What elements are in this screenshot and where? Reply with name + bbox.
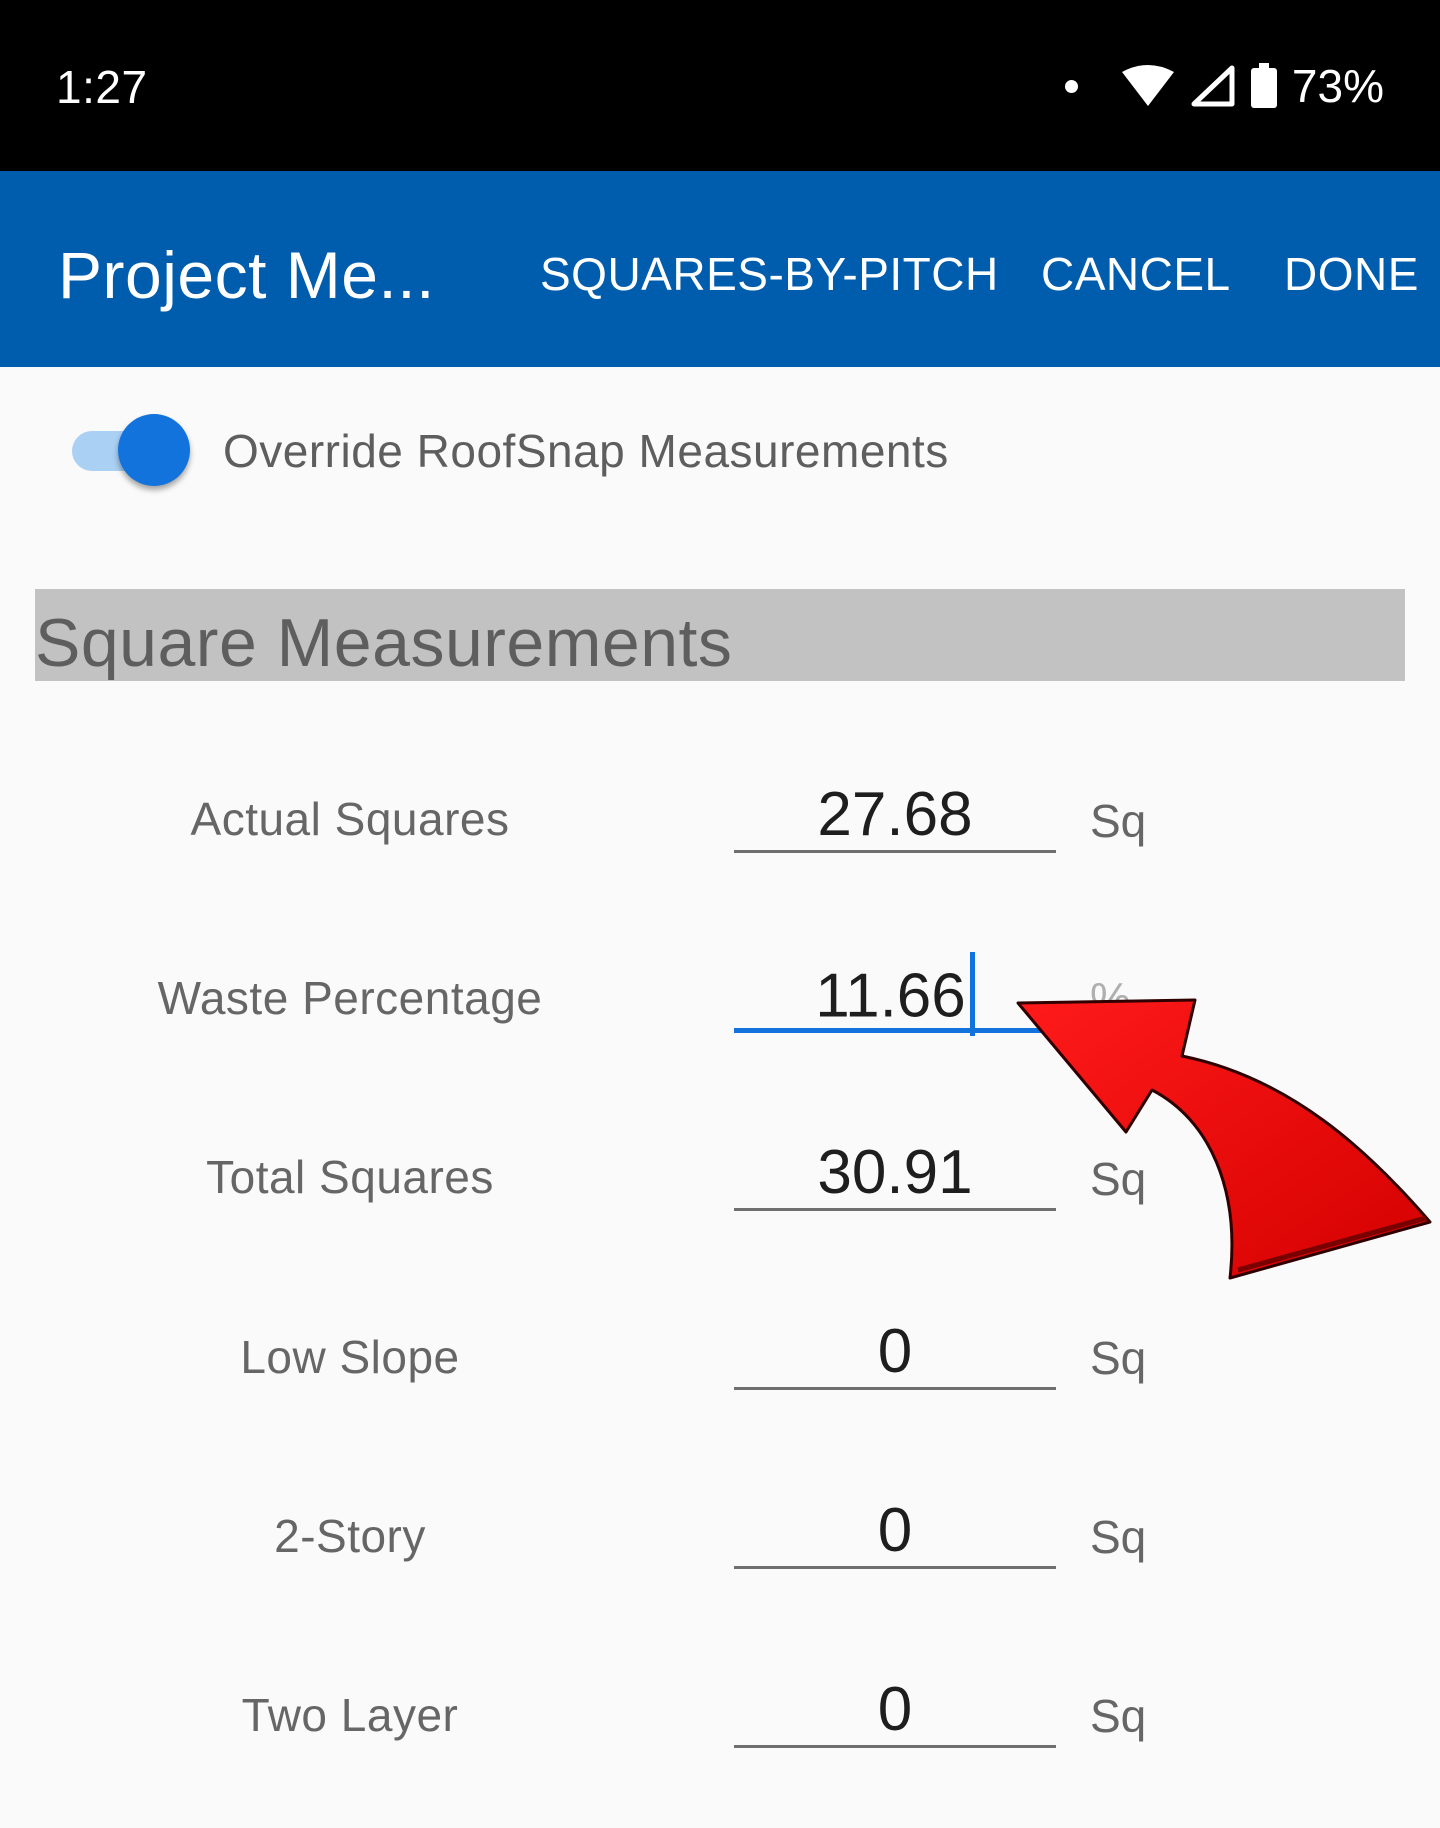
status-icons: 73% bbox=[1064, 56, 1384, 116]
toggle-thumb bbox=[118, 414, 190, 486]
low-slope-value: 0 bbox=[877, 1317, 913, 1386]
total-squares-value: 30.91 bbox=[817, 1138, 973, 1207]
two-story-value: 0 bbox=[877, 1496, 913, 1565]
waste-percentage-label: Waste Percentage bbox=[157, 972, 543, 1024]
actual-squares-label: Actual Squares bbox=[190, 793, 510, 845]
status-bar: 1:27 73% bbox=[0, 0, 1440, 171]
total-squares-label: Total Squares bbox=[206, 1151, 494, 1203]
low-slope-unit: Sq bbox=[1090, 1332, 1147, 1384]
battery-icon bbox=[1250, 63, 1277, 108]
done-button[interactable]: DONE bbox=[1284, 247, 1419, 301]
actual-squares-unit: Sq bbox=[1090, 795, 1147, 847]
notification-dot-icon bbox=[1064, 79, 1078, 93]
page-title: Project Me... bbox=[58, 238, 435, 312]
waste-percentage-input[interactable]: 11.66 bbox=[734, 952, 1056, 1036]
wifi-icon bbox=[1121, 65, 1174, 106]
low-slope-label: Low Slope bbox=[240, 1331, 460, 1383]
two-story-label: 2-Story bbox=[274, 1510, 426, 1562]
waste-percentage-unit: % bbox=[1090, 973, 1131, 1025]
two-layer-label: Two Layer bbox=[241, 1689, 459, 1741]
low-slope-input[interactable]: 0 bbox=[734, 1317, 1056, 1390]
app-bar: Project Me... SQUARES-BY-PITCH CANCEL DO… bbox=[0, 171, 1440, 367]
cellular-signal-icon bbox=[1191, 65, 1235, 107]
battery-percentage: 73% bbox=[1291, 60, 1384, 112]
two-story-input[interactable]: 0 bbox=[734, 1496, 1056, 1569]
cancel-button[interactable]: CANCEL bbox=[1041, 247, 1231, 301]
total-squares-input[interactable]: 30.91 bbox=[734, 1138, 1056, 1211]
two-layer-value: 0 bbox=[877, 1675, 913, 1744]
total-squares-unit: Sq bbox=[1090, 1153, 1147, 1205]
squares-by-pitch-button[interactable]: SQUARES-BY-PITCH bbox=[540, 247, 999, 301]
waste-percentage-value: 11.66 bbox=[815, 961, 966, 1031]
status-time: 1:27 bbox=[56, 61, 148, 113]
two-layer-input[interactable]: 0 bbox=[734, 1675, 1056, 1748]
text-cursor bbox=[969, 952, 975, 1036]
section-title: Square Measurements bbox=[35, 605, 733, 681]
override-toggle[interactable] bbox=[72, 412, 192, 488]
actual-squares-value: 27.68 bbox=[817, 780, 973, 849]
two-layer-unit: Sq bbox=[1090, 1690, 1147, 1742]
override-toggle-label: Override RoofSnap Measurements bbox=[223, 425, 949, 477]
two-story-unit: Sq bbox=[1090, 1511, 1147, 1563]
actual-squares-input[interactable]: 27.68 bbox=[734, 780, 1056, 853]
section-header: Square Measurements bbox=[35, 589, 1405, 681]
